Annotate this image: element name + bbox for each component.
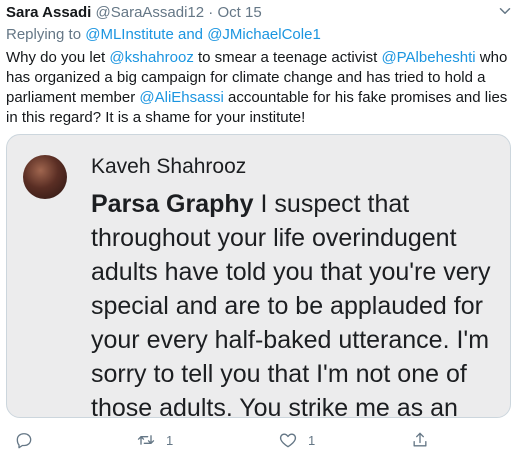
reply-icon	[16, 433, 32, 449]
comment-body: I suspect that throughout your life over…	[91, 190, 491, 418]
replying-and[interactable]: and	[178, 26, 203, 43]
retweet-button[interactable]: 1	[136, 429, 173, 451]
replying-user-link[interactable]: @MLInstitute	[85, 26, 174, 43]
mention-link[interactable]: @AliEhsassi	[139, 89, 223, 106]
reply-button[interactable]	[14, 429, 34, 451]
mention-link[interactable]: @kshahrooz	[109, 49, 193, 66]
retweet-icon	[137, 435, 155, 445]
tweet-date[interactable]: Oct 15	[217, 4, 261, 21]
tweet-text-segment: Why do you let	[6, 49, 110, 66]
comment-reply-to-name: Parsa Graphy	[91, 190, 254, 218]
replying-to: Replying to @MLInstitute and @JMichaelCo…	[6, 26, 321, 43]
like-button[interactable]: 1	[278, 429, 315, 451]
commenter-name: Kaveh Shahrooz	[91, 155, 247, 178]
share-icon	[413, 432, 427, 447]
author-name[interactable]: Sara Assadi	[6, 4, 91, 21]
tweet-text: Why do you let @kshahrooz to smear a tee…	[6, 48, 512, 128]
tweet-actions: 1 1	[0, 425, 520, 455]
commenter-avatar	[23, 155, 67, 199]
like-count: 1	[308, 432, 316, 448]
replying-user-link[interactable]: @JMichaelCole1	[207, 26, 321, 43]
comment-text: Parsa Graphy I suspect that throughout y…	[91, 187, 501, 418]
like-icon	[279, 433, 297, 448]
author-handle[interactable]: @SaraAssadi12	[96, 4, 205, 21]
separator-dot: ·	[208, 4, 214, 21]
tweet-text-segment: to smear a teenage activist	[193, 49, 382, 66]
mention-link[interactable]: @PAlbeheshti	[381, 49, 475, 66]
share-button[interactable]	[410, 429, 430, 451]
replying-prefix: Replying to	[6, 26, 82, 43]
attached-image[interactable]: Kaveh Shahrooz Parsa Graphy I suspect th…	[6, 134, 511, 418]
tweet: Sara Assadi @SaraAssadi12 · Oct 15 Reply…	[0, 0, 520, 459]
retweet-count: 1	[166, 432, 174, 448]
tweet-header: Sara Assadi @SaraAssadi12 · Oct 15	[6, 4, 262, 21]
chevron-down-icon[interactable]	[496, 2, 514, 20]
